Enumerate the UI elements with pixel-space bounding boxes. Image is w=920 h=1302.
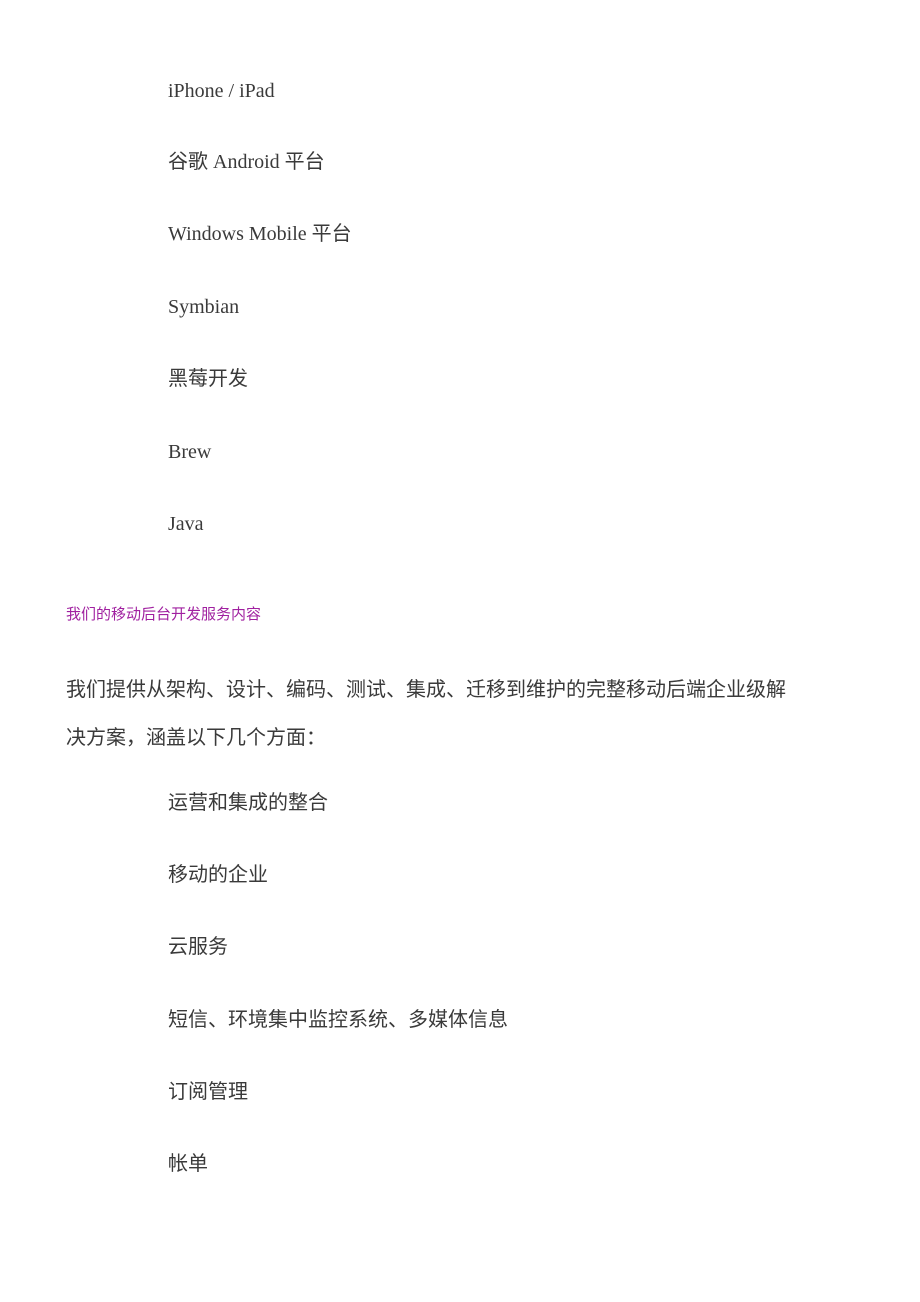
service-item: 帐单: [168, 1153, 208, 1175]
platform-item-android: 谷歌 Android 平台: [168, 151, 325, 173]
intro-line-1: 我们提供从架构、设计、编码、测试、集成、迁移到维护的完整移动后端企业级解: [66, 679, 786, 701]
service-item: 短信、环境集中监控系统、多媒体信息: [168, 1009, 508, 1031]
platform-item-java: Java: [168, 513, 204, 535]
platform-item-iphone: iPhone / iPad: [168, 80, 275, 102]
section-heading: 我们的移动后台开发服务内容: [66, 605, 262, 623]
service-item: 云服务: [168, 936, 228, 958]
platform-item-windows-mobile: Windows Mobile 平台: [168, 223, 352, 245]
intro-line-2: 决方案，涵盖以下几个方面：: [66, 727, 326, 749]
platform-item-brew: Brew: [168, 441, 212, 463]
platform-item-blackberry: 黑莓开发: [168, 368, 248, 390]
service-item: 订阅管理: [168, 1081, 248, 1103]
platform-item-symbian: Symbian: [168, 296, 240, 318]
service-item: 运营和集成的整合: [168, 792, 328, 814]
service-item: 移动的企业: [168, 864, 268, 886]
section-intro: 我们提供从架构、设计、编码、测试、集成、迁移到维护的完整移动后端企业级解 决方案…: [66, 666, 866, 762]
